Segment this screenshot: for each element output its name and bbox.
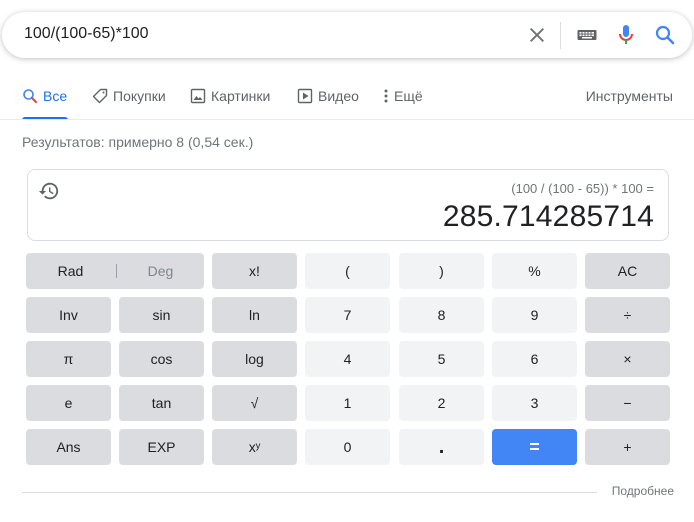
image-icon: [190, 88, 206, 104]
digit-5-key[interactable]: 5: [399, 341, 484, 377]
tab-all[interactable]: Все: [22, 86, 67, 120]
calculator-expression: (100 / (100 - 65)) * 100 =: [511, 181, 654, 196]
close-paren-key[interactable]: ): [399, 253, 484, 289]
search-icon: [23, 89, 37, 103]
search-box[interactable]: 100/(100-65)*100: [2, 12, 692, 58]
close-icon[interactable]: [525, 23, 549, 47]
rad-deg-toggle[interactable]: Rad Deg: [26, 253, 204, 289]
tab-shopping[interactable]: Покупки: [92, 86, 166, 120]
cos-key[interactable]: cos: [119, 341, 204, 377]
search-divider: [560, 22, 561, 49]
sqrt-key[interactable]: √: [212, 385, 297, 421]
ln-key[interactable]: ln: [212, 297, 297, 333]
digit-9-key[interactable]: 9: [492, 297, 577, 333]
search-icon[interactable]: [653, 23, 677, 47]
tab-label: Все: [43, 88, 68, 104]
digit-1-key[interactable]: 1: [305, 385, 390, 421]
keyboard-icon[interactable]: [575, 23, 599, 47]
tan-key[interactable]: tan: [119, 385, 204, 421]
history-icon[interactable]: [38, 180, 60, 202]
clear-all-key[interactable]: AC: [585, 253, 670, 289]
footer-divider: [22, 492, 597, 493]
inv-key[interactable]: Inv: [26, 297, 111, 333]
tag-icon: [92, 88, 108, 104]
factorial-key[interactable]: x!: [212, 253, 297, 289]
tab-more[interactable]: Ещё: [381, 86, 423, 120]
tab-videos[interactable]: Видео: [297, 86, 359, 120]
percent-key[interactable]: %: [492, 253, 577, 289]
digit-4-key[interactable]: 4: [305, 341, 390, 377]
open-paren-key[interactable]: (: [305, 253, 390, 289]
digit-2-key[interactable]: 2: [399, 385, 484, 421]
tab-label: Картинки: [211, 88, 271, 104]
digit-7-key[interactable]: 7: [305, 297, 390, 333]
tab-label: Видео: [318, 88, 359, 104]
tools-button[interactable]: Инструменты: [586, 86, 673, 106]
e-key[interactable]: e: [26, 385, 111, 421]
ans-key[interactable]: Ans: [26, 429, 111, 465]
subtract-key[interactable]: −: [585, 385, 670, 421]
power-key[interactable]: xʸ: [212, 429, 297, 465]
exp-key[interactable]: EXP: [119, 429, 204, 465]
divide-key[interactable]: ÷: [585, 297, 670, 333]
digit-8-key[interactable]: 8: [399, 297, 484, 333]
digit-6-key[interactable]: 6: [492, 341, 577, 377]
pi-key[interactable]: π: [26, 341, 111, 377]
sin-key[interactable]: sin: [119, 297, 204, 333]
digit-3-key[interactable]: 3: [492, 385, 577, 421]
play-icon: [297, 88, 313, 104]
add-key[interactable]: +: [585, 429, 670, 465]
multiply-key[interactable]: ×: [585, 341, 670, 377]
log-key[interactable]: log: [212, 341, 297, 377]
digit-0-key[interactable]: 0: [305, 429, 390, 465]
tabs-divider: [0, 119, 694, 120]
calculator-display: (100 / (100 - 65)) * 100 = 285.714285714: [27, 169, 669, 241]
rad-option[interactable]: Rad: [26, 263, 115, 279]
decimal-point-key[interactable]: .: [399, 429, 484, 465]
tab-label: Ещё: [394, 88, 423, 104]
more-info-link[interactable]: Подробнее: [612, 484, 674, 498]
search-input[interactable]: 100/(100-65)*100: [24, 25, 149, 43]
equals-key[interactable]: =: [492, 429, 577, 465]
result-stats: Результатов: примерно 8 (0,54 сек.): [22, 134, 254, 150]
microphone-icon[interactable]: [614, 23, 638, 47]
tab-images[interactable]: Картинки: [190, 86, 270, 120]
tab-label: Покупки: [113, 88, 166, 104]
calculator-result: 285.714285714: [442, 200, 654, 233]
deg-option[interactable]: Deg: [117, 263, 204, 279]
more-vert-icon: [384, 89, 388, 103]
